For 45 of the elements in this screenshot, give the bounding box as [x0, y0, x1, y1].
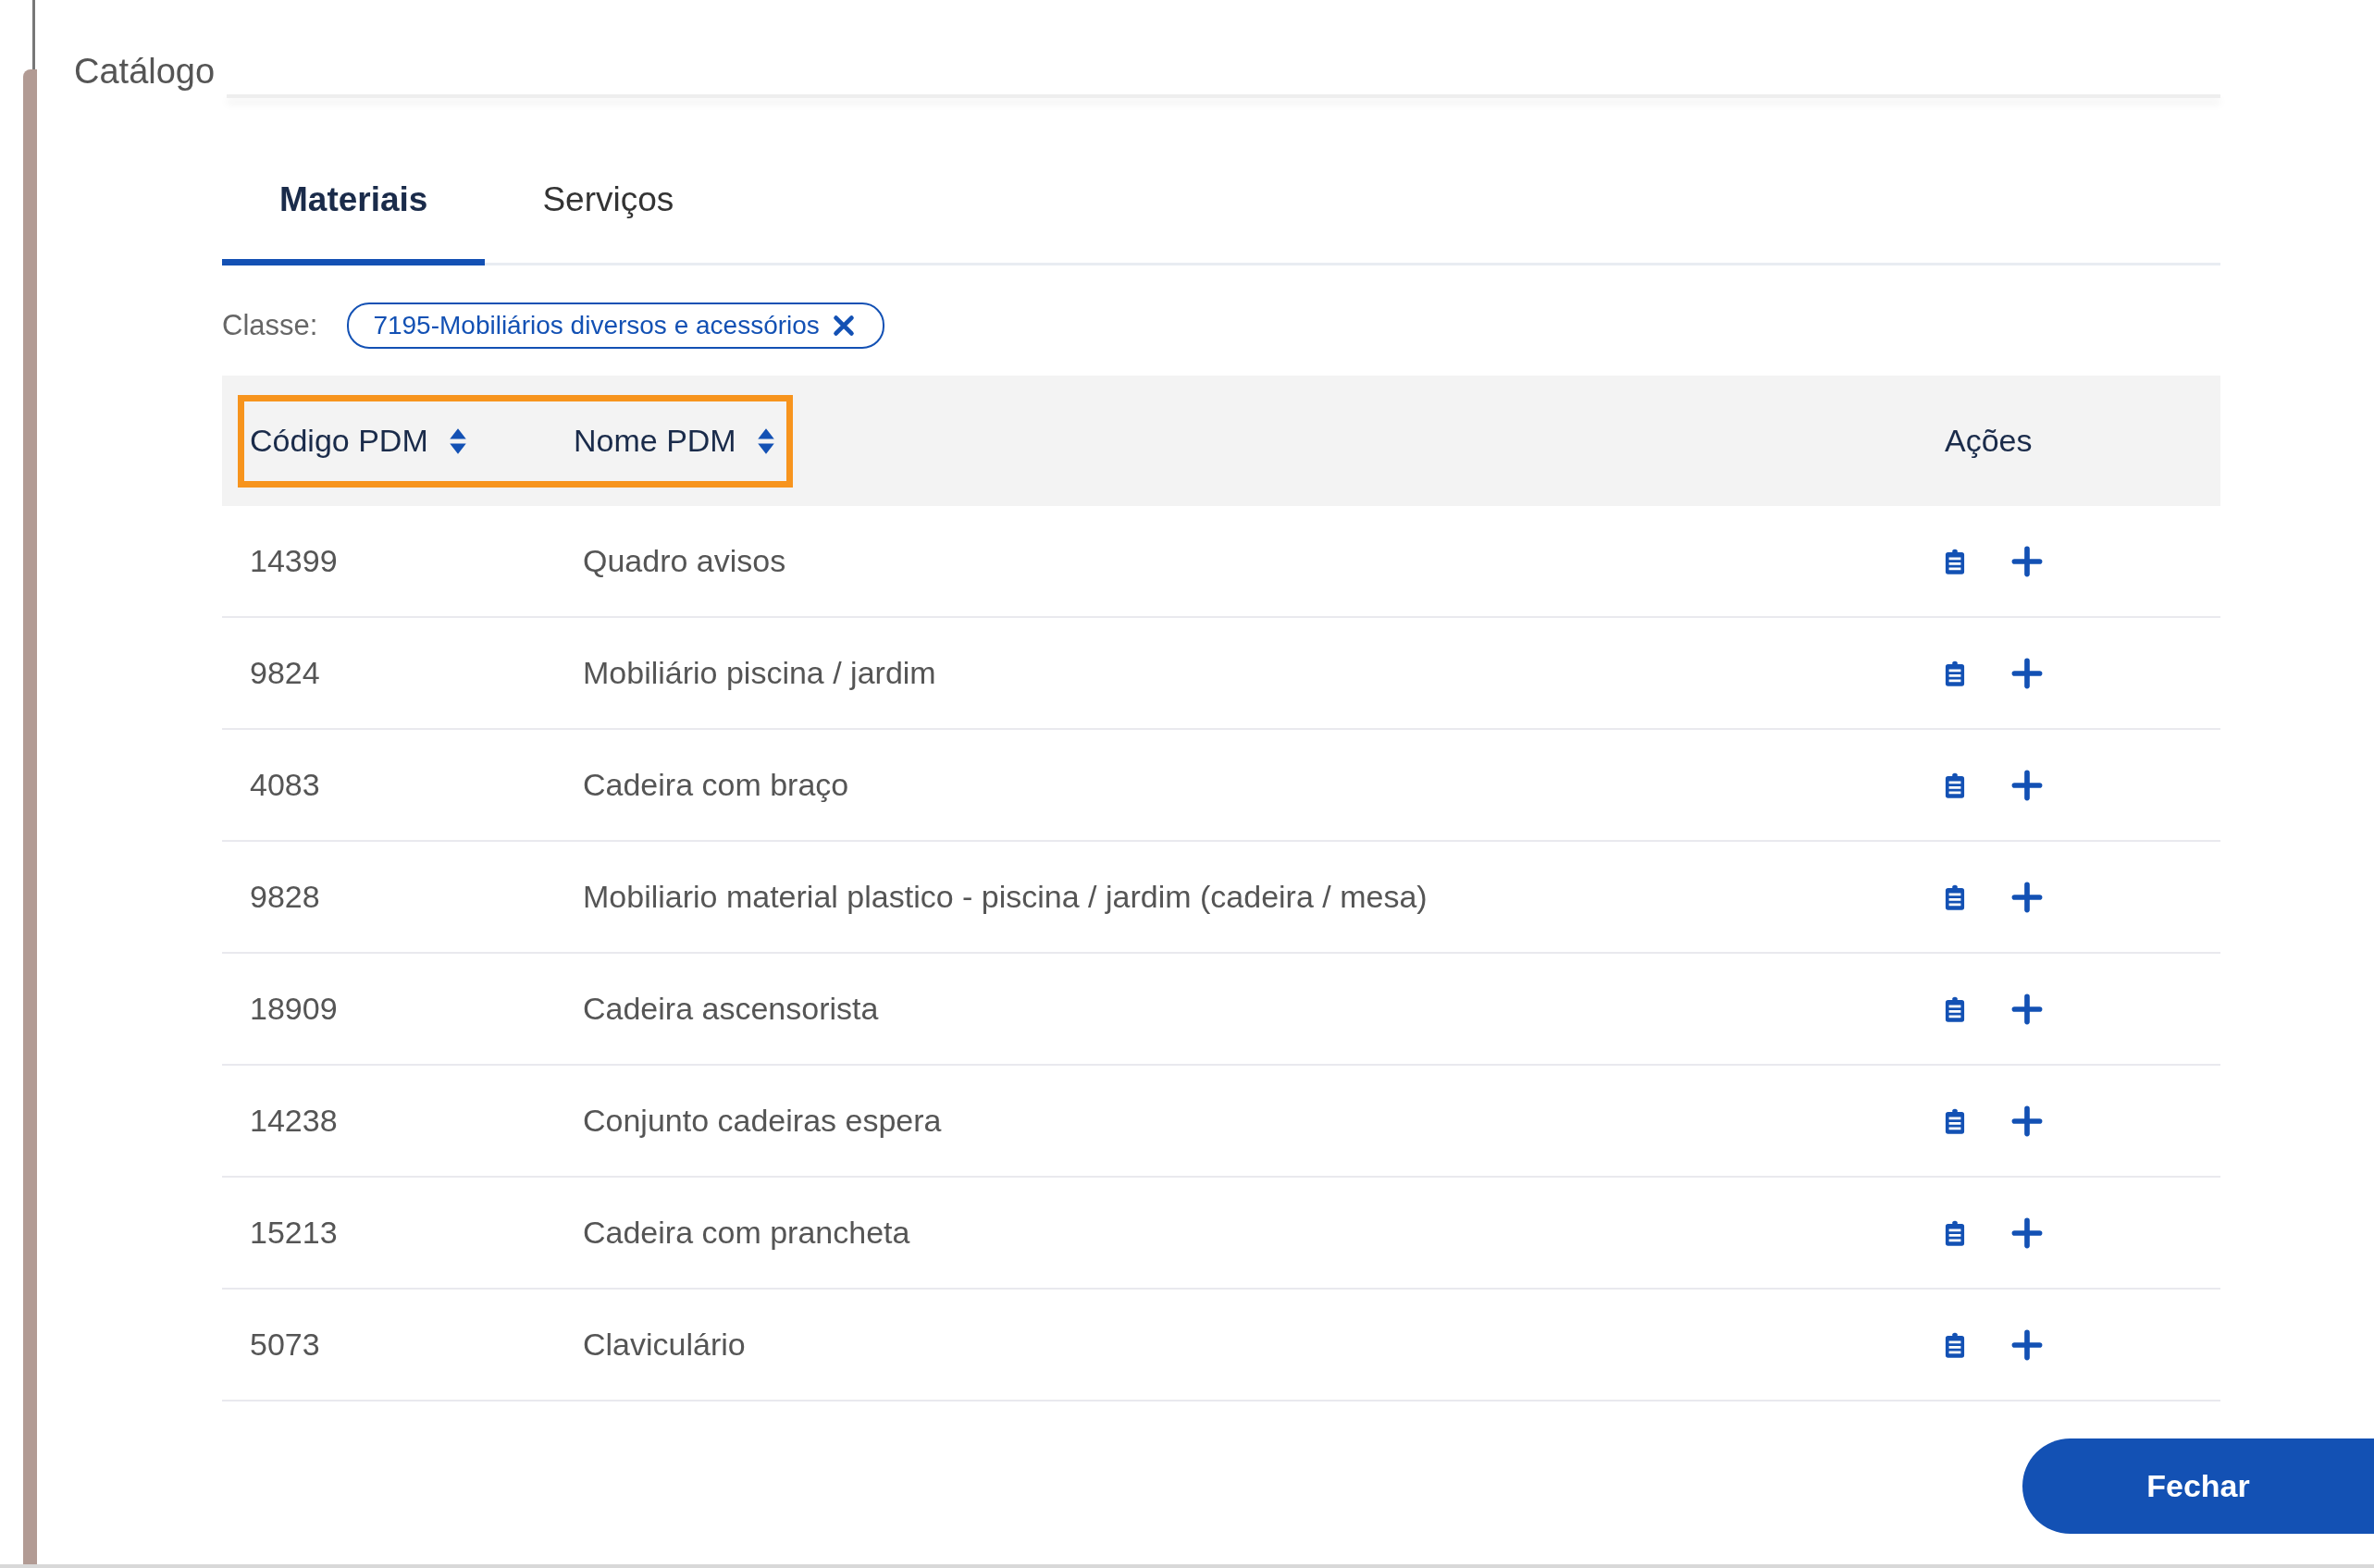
table-cell-text: 5073 — [249, 1327, 321, 1363]
plus-icon[interactable] — [2011, 993, 2043, 1025]
table-cell-text: Cadeira ascensorista — [583, 991, 880, 1027]
table-cell-text: 9828 — [249, 879, 321, 915]
table-cell-text: 15213 — [249, 1215, 339, 1251]
tab[interactable]: Serviços — [485, 140, 732, 265]
table-cell-text: Mobiliario material plastico - piscina / jardim (cadeira / mesa) — [583, 879, 1428, 915]
table-cell-text: 14238 — [249, 1103, 339, 1139]
table-cell-text: 4083 — [249, 767, 321, 803]
table-cell-text: Cadeira com prancheta — [583, 1215, 911, 1251]
sort-icon[interactable] — [756, 426, 775, 455]
chip-label: 7195-Mobiliários diversos e acessórios — [373, 311, 820, 340]
close-button[interactable]: Fechar — [2022, 1438, 2374, 1534]
table-cell-text: 9824 — [249, 655, 321, 691]
plus-icon[interactable] — [2011, 657, 2043, 689]
table-cell-text: Quadro avisos — [583, 543, 787, 579]
table-cell-text: Cadeira com braço — [583, 767, 850, 803]
clipboard-icon[interactable] — [1945, 995, 1965, 1022]
tab[interactable]: Materiais — [222, 140, 486, 265]
plus-icon[interactable] — [2011, 545, 2043, 577]
table-cell-text: 14399 — [249, 543, 339, 579]
clipboard-icon[interactable] — [1945, 1331, 1965, 1358]
clipboard-icon[interactable] — [1945, 883, 1965, 910]
table-cell-text: 18909 — [249, 991, 339, 1027]
table-cell-text: Mobiliário piscina / jardim — [583, 655, 937, 691]
close-icon[interactable] — [832, 315, 855, 337]
plus-icon[interactable] — [2011, 1216, 2043, 1249]
plus-icon[interactable] — [2011, 881, 2043, 913]
filter-label: Classe: — [222, 309, 318, 342]
dialog-title: Catálogo — [73, 51, 216, 93]
column-header[interactable]: Nome PDM — [574, 423, 736, 459]
column-header[interactable]: Ações — [1945, 423, 2033, 459]
clipboard-icon[interactable] — [1945, 1219, 1965, 1246]
clipboard-icon[interactable] — [1945, 660, 1965, 686]
plus-icon[interactable] — [2011, 1105, 2043, 1137]
clipboard-icon[interactable] — [1945, 548, 1965, 574]
column-header[interactable]: Código PDM — [250, 423, 428, 459]
plus-icon[interactable] — [2011, 1328, 2043, 1361]
clipboard-icon[interactable] — [1945, 772, 1965, 798]
table-cell-text: Claviculário — [583, 1327, 747, 1363]
filter-chip[interactable]: 7195-Mobiliários diversos e acessórios — [347, 302, 884, 349]
clipboard-icon[interactable] — [1945, 1107, 1965, 1134]
plus-icon[interactable] — [2011, 769, 2043, 801]
sort-icon[interactable] — [448, 426, 467, 455]
table-cell-text: Conjunto cadeiras espera — [583, 1103, 943, 1139]
